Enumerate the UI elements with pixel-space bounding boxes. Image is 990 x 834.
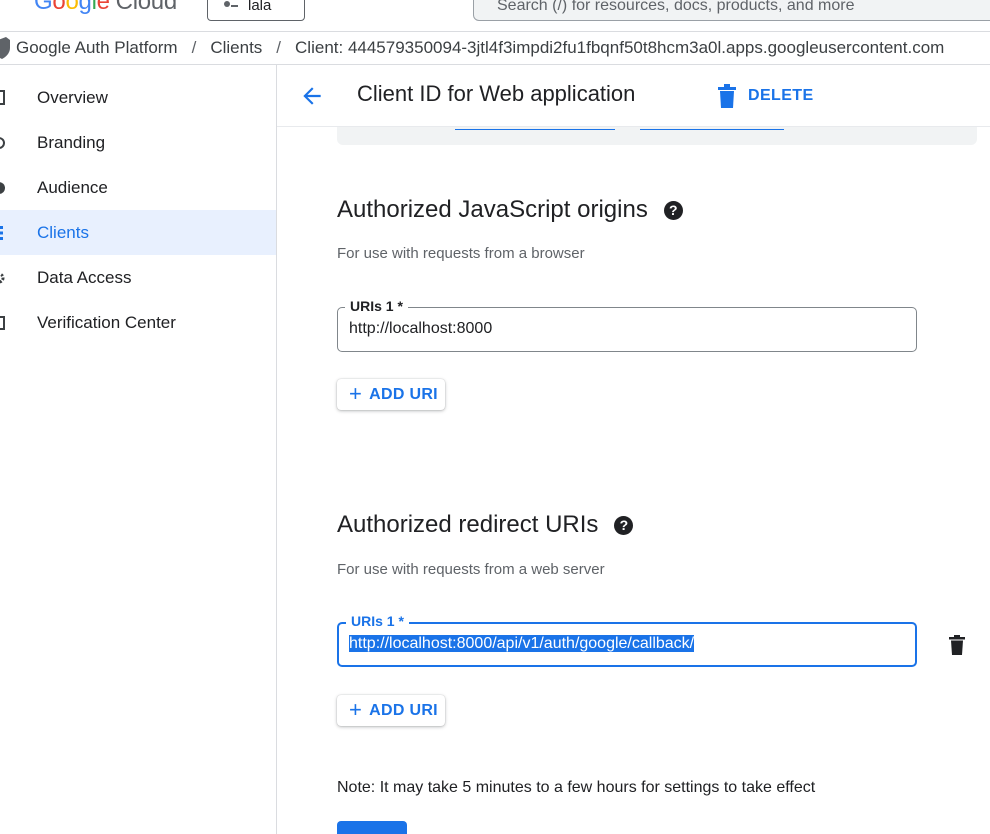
previous-section-card bbox=[337, 127, 977, 145]
people-icon bbox=[0, 182, 5, 194]
field-label: URIs 1 * bbox=[346, 613, 409, 629]
breadcrumb: Google Auth Platform / Clients / Client:… bbox=[0, 31, 990, 65]
redirect-uris-title-text: Authorized redirect URIs bbox=[337, 511, 599, 538]
settings-icon bbox=[0, 272, 5, 284]
sidebar-item-label: Audience bbox=[37, 177, 108, 197]
sidebar-item-label: Verification Center bbox=[37, 312, 176, 332]
key-icon bbox=[0, 226, 3, 240]
sidebar-item-label: Data Access bbox=[37, 267, 132, 287]
sidebar: Overview Branding Audience Clients Data … bbox=[0, 65, 277, 834]
sidebar-item-label: Overview bbox=[37, 87, 108, 107]
top-bar: Google Cloud lala Search (/) for resource… bbox=[0, 0, 990, 32]
help-icon[interactable]: ? bbox=[663, 200, 683, 220]
breadcrumb-separator: / bbox=[191, 38, 197, 57]
sidebar-item-overview[interactable]: Overview bbox=[0, 75, 276, 120]
save-button[interactable] bbox=[337, 821, 407, 834]
redirect-uris-description: For use with requests from a web server bbox=[337, 561, 605, 578]
redirect-uris-title: Authorized redirect URIs ? bbox=[337, 511, 634, 539]
trash-icon bbox=[718, 84, 736, 108]
delete-label: DELETE bbox=[748, 87, 814, 104]
page-header: Client ID for Web application DELETE bbox=[277, 65, 990, 127]
field-value: http://localhost:8000/api/v1/auth/google… bbox=[349, 635, 695, 653]
plus-icon: + bbox=[349, 380, 363, 406]
redirect-uri-field[interactable]: URIs 1 * http://localhost:8000/api/v1/au… bbox=[337, 613, 917, 667]
sidebar-item-clients[interactable]: Clients bbox=[0, 210, 276, 255]
sidebar-item-data-access[interactable]: Data Access bbox=[0, 255, 276, 300]
add-js-origin-uri-button[interactable]: + ADD URI bbox=[337, 379, 445, 410]
sidebar-item-audience[interactable]: Audience bbox=[0, 165, 276, 210]
project-icon bbox=[224, 0, 238, 11]
search-input[interactable]: Search (/) for resources, docs, products… bbox=[473, 0, 990, 21]
delete-button[interactable]: DELETE bbox=[717, 81, 814, 111]
add-uri-label: ADD URI bbox=[369, 701, 438, 719]
field-label: URIs 1 * bbox=[345, 298, 408, 314]
sidebar-item-verification-center[interactable]: Verification Center bbox=[0, 300, 276, 345]
js-origin-uri-field[interactable]: URIs 1 * http://localhost:8000 bbox=[337, 298, 917, 352]
settings-note: Note: It may take 5 minutes to a few hou… bbox=[337, 779, 816, 796]
project-name: lala bbox=[248, 0, 272, 14]
js-origins-title: Authorized JavaScript origins ? bbox=[337, 196, 683, 224]
add-redirect-uri-button[interactable]: + ADD URI bbox=[337, 695, 445, 726]
js-origins-title-text: Authorized JavaScript origins bbox=[337, 196, 648, 223]
shield-icon bbox=[0, 37, 10, 59]
breadcrumb-separator: / bbox=[276, 38, 282, 57]
breadcrumb-item-clients[interactable]: Clients bbox=[210, 38, 262, 58]
search-placeholder: Search (/) for resources, docs, products… bbox=[497, 0, 855, 14]
plus-icon: + bbox=[349, 696, 363, 722]
link-underline bbox=[455, 129, 615, 130]
dashboard-icon bbox=[0, 90, 5, 105]
sidebar-item-label: Branding bbox=[37, 132, 106, 152]
link-underline bbox=[640, 129, 784, 130]
verified-icon bbox=[0, 316, 5, 330]
selected-text: http://localhost:8000/api/v1/auth/google… bbox=[349, 635, 695, 652]
project-selector-button[interactable]: lala bbox=[207, 0, 305, 21]
google-cloud-logo[interactable]: Google Cloud bbox=[34, 0, 177, 16]
help-icon[interactable]: ? bbox=[614, 515, 634, 535]
sidebar-item-branding[interactable]: Branding bbox=[0, 120, 276, 165]
page-title: Client ID for Web application bbox=[357, 81, 636, 106]
palette-icon bbox=[0, 137, 5, 149]
breadcrumb-item-client: Client: 444579350094-3jtl4f3impdi2fu1fbq… bbox=[295, 38, 945, 57]
sidebar-item-label: Clients bbox=[37, 222, 89, 242]
breadcrumb-item-auth-platform[interactable]: Google Auth Platform bbox=[16, 38, 178, 58]
back-arrow-icon[interactable] bbox=[299, 83, 325, 109]
trash-icon[interactable] bbox=[948, 635, 966, 655]
add-uri-label: ADD URI bbox=[369, 385, 438, 403]
field-value: http://localhost:8000 bbox=[349, 320, 493, 337]
js-origins-description: For use with requests from a browser bbox=[337, 245, 585, 262]
